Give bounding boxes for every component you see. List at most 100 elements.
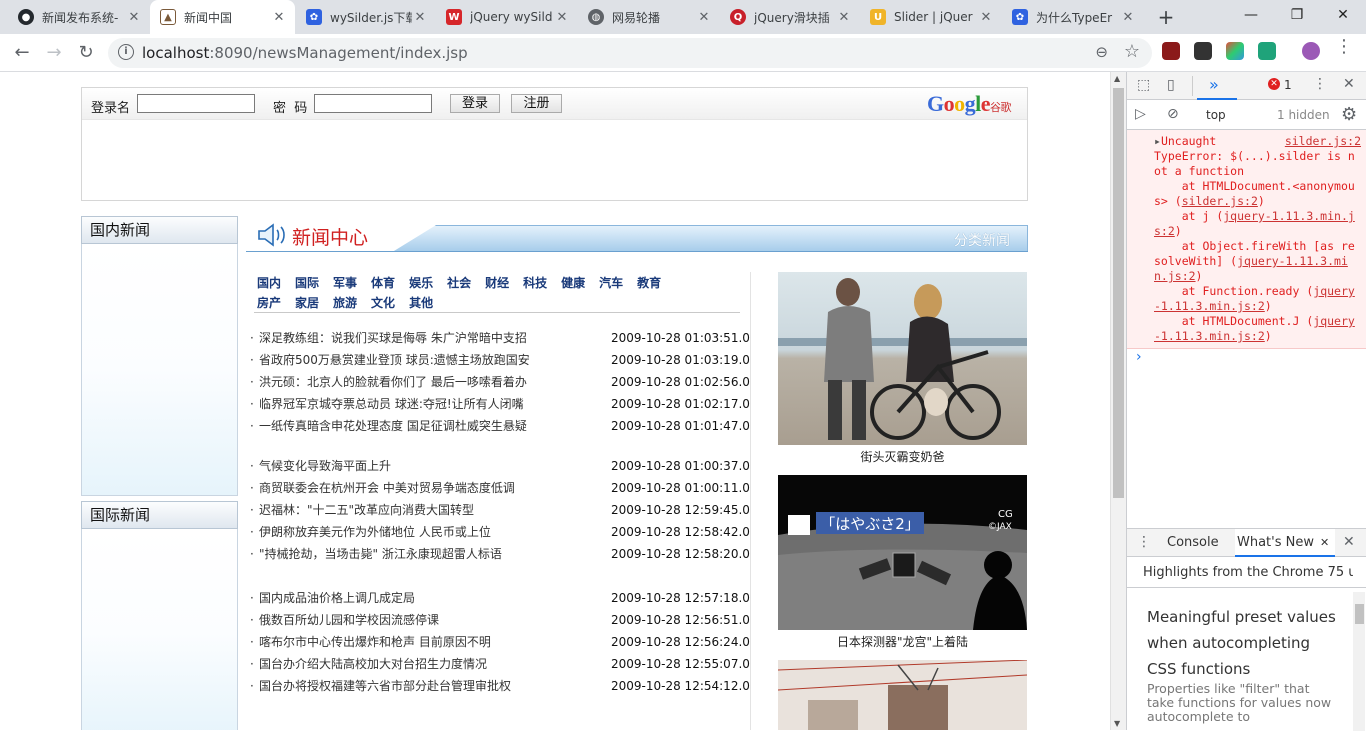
category-link[interactable]: 文化 [371, 293, 395, 313]
zoom-icon[interactable]: ⊖ [1095, 43, 1108, 61]
category-link[interactable]: 国际 [295, 273, 319, 293]
error-source-link[interactable]: silder.js:2 [1285, 134, 1361, 149]
source-link[interactable]: silder.js:2 [1182, 194, 1258, 208]
login-button[interactable]: 登录 [450, 94, 500, 113]
category-link[interactable]: 社会 [447, 273, 471, 293]
category-link[interactable]: 汽车 [599, 273, 623, 293]
category-link[interactable]: 房产 [257, 293, 281, 313]
scrollbar-thumb[interactable] [1113, 88, 1124, 498]
close-tab-icon[interactable]: ✕ [271, 10, 287, 25]
close-devtools-icon[interactable]: ✕ [1343, 76, 1355, 92]
category-link[interactable]: 军事 [333, 273, 357, 293]
tab-console[interactable]: Console [1167, 529, 1219, 557]
news-title-link[interactable]: 临界冠军京城夺票总动员 球迷:夺冠!让所有人闭嘴 [259, 393, 529, 415]
hidden-count[interactable]: 1 hidden [1277, 108, 1330, 122]
close-tab-icon[interactable]: ✕ [1120, 10, 1136, 25]
google-logo[interactable]: Google谷歌 [927, 91, 1012, 117]
browser-tab[interactable]: ✿ wySilder.js下载 ✕ [296, 0, 436, 34]
url-text[interactable]: localhost:8090/newsManagement/index.jsp [142, 44, 468, 62]
news-title-link[interactable]: 伊朗称放弃美元作为外储地位 人民币或上位 [259, 521, 529, 543]
category-link[interactable]: 旅游 [333, 293, 357, 313]
news-photo-asteroid[interactable]: 「はやぶさ2」 CG ©JAX [778, 475, 1027, 630]
news-title-link[interactable]: 气候变化导致海平面上升 [259, 455, 529, 477]
device-toolbar-icon[interactable]: ▯ [1167, 77, 1175, 93]
close-tab-icon[interactable]: ✕ [1320, 536, 1329, 549]
scroll-up-icon[interactable]: ▲ [1114, 74, 1120, 83]
news-title-link[interactable]: 深足教练组：说我们买球是侮辱 朱广沪常暗中支招 [259, 327, 529, 349]
news-title-link[interactable]: 国台办介绍大陆高校加大对台招生力度情况 [259, 653, 529, 675]
close-tab-icon[interactable]: ✕ [126, 10, 142, 25]
news-title-link[interactable]: "持械抢劫，当场击毙" 浙江永康现超雷人标语 [259, 543, 529, 565]
sidebar-toggle-icon[interactable]: ▷ [1135, 106, 1146, 122]
category-link[interactable]: 财经 [485, 273, 509, 293]
browser-tab[interactable]: ✿ 为什么TypeEr ✕ [1002, 0, 1144, 34]
scroll-down-icon[interactable]: ▼ [1114, 719, 1120, 728]
close-tab-icon[interactable]: ✕ [978, 10, 994, 25]
pen-extension-icon[interactable] [1258, 42, 1276, 60]
more-tabs-icon[interactable]: » [1209, 75, 1219, 94]
news-title-link[interactable]: 国内成品油价格上调几成定局 [259, 587, 529, 609]
news-title-link[interactable]: 一纸传真暗含申花处理态度 国足征调杜威突生悬疑 [259, 415, 529, 437]
console-error-message[interactable]: silder.js:2 ▸Uncaught TypeError: $(...).s… [1127, 130, 1366, 349]
reload-button[interactable]: ↻ [74, 41, 98, 65]
new-tab-button[interactable]: + [1155, 4, 1177, 30]
photo-caption[interactable]: 街头灭霸变奶爸 [778, 448, 1027, 465]
restore-button[interactable]: ❐ [1274, 0, 1320, 30]
password-input[interactable] [314, 94, 432, 113]
browser-tab-active[interactable]: ▲ 新闻中国 ✕ [150, 0, 295, 34]
news-title-link[interactable]: 国台办将授权福建等六省市部分赴台管理审批权 [259, 675, 529, 697]
tab-whats-new[interactable]: What's New ✕ [1235, 529, 1336, 557]
category-link[interactable]: 其他 [409, 293, 433, 313]
news-title-link[interactable]: 迟福林："十二五"改革应向消费大国转型 [259, 499, 529, 521]
browser-tab[interactable]: ● 新闻发布系统- ✕ [8, 0, 150, 34]
page-scrollbar[interactable]: ▲ ▼ [1110, 72, 1126, 730]
news-photo-ship[interactable] [778, 660, 1027, 730]
news-title-link[interactable]: 俄数百所幼儿园和学校因流感停课 [259, 609, 529, 631]
browser-tab[interactable]: W jQuery wySild ✕ [436, 0, 578, 34]
expand-arrow-icon[interactable]: ▸ [1154, 134, 1161, 148]
close-tab-icon[interactable]: ✕ [836, 10, 852, 25]
scrollbar-thumb[interactable] [1355, 604, 1364, 624]
photo-caption[interactable]: 日本探测器"龙宫"上着陆 [778, 633, 1027, 650]
close-tab-icon[interactable]: ✕ [412, 10, 428, 25]
category-link[interactable]: 体育 [371, 273, 395, 293]
browser-tab[interactable]: U Slider | jQuer ✕ [860, 0, 1002, 34]
close-tab-icon[interactable]: ✕ [554, 10, 570, 25]
drawer-scrollbar[interactable] [1353, 592, 1365, 731]
category-link[interactable]: 健康 [561, 273, 585, 293]
inspect-element-icon[interactable]: ⬚ [1137, 77, 1150, 93]
browser-tab[interactable]: Q jQuery滑块插 ✕ [720, 0, 860, 34]
forward-button[interactable]: → [42, 41, 66, 65]
news-photo-bike[interactable] [778, 272, 1027, 445]
minimize-button[interactable]: — [1228, 0, 1274, 30]
news-title-link[interactable]: 洪元硕：北京人的脸就看你们了 最后一哆嗦看着办 [259, 371, 529, 393]
news-title-link[interactable]: 商贸联委会在杭州开会 中美对贸易争端态度低调 [259, 477, 529, 499]
address-bar[interactable]: i localhost:8090/newsManagement/index.js… [108, 38, 1152, 68]
category-link[interactable]: 家居 [295, 293, 319, 313]
register-button[interactable]: 注册 [511, 94, 562, 113]
clear-console-icon[interactable]: ⊘ [1167, 106, 1179, 122]
category-link[interactable]: 娱乐 [409, 273, 433, 293]
context-selector[interactable]: top [1193, 106, 1263, 124]
category-link[interactable]: 科技 [523, 273, 547, 293]
close-window-button[interactable]: ✕ [1320, 0, 1366, 30]
site-info-icon[interactable]: i [118, 44, 134, 60]
close-drawer-icon[interactable]: ✕ [1343, 534, 1355, 550]
close-tab-icon[interactable]: ✕ [696, 10, 712, 25]
console-prompt-icon[interactable]: › [1136, 349, 1142, 365]
bookmark-star-icon[interactable]: ☆ [1124, 41, 1140, 62]
extension-icon[interactable] [1226, 42, 1244, 60]
kebab-menu-icon[interactable]: ⋮ [1313, 76, 1327, 92]
error-count[interactable]: 1 [1284, 78, 1292, 92]
category-link[interactable]: 教育 [637, 273, 661, 293]
profile-avatar[interactable] [1302, 42, 1320, 60]
menu-kebab-icon[interactable]: ⋮ [1332, 35, 1356, 59]
error-icon[interactable]: ✕ [1268, 78, 1280, 90]
news-title-link[interactable]: 喀布尔市中心传出爆炸和枪声 目前原因不明 [259, 631, 529, 653]
username-input[interactable] [137, 94, 255, 113]
news-title-link[interactable]: 省政府500万悬赏建业登顶 球员:遗憾主场放跑国安 [259, 349, 529, 371]
back-button[interactable]: ← [10, 41, 34, 65]
settings-gear-icon[interactable]: ⚙ [1341, 104, 1357, 125]
extension-icon[interactable] [1194, 42, 1212, 60]
drawer-menu-icon[interactable]: ⋮ [1137, 534, 1151, 550]
